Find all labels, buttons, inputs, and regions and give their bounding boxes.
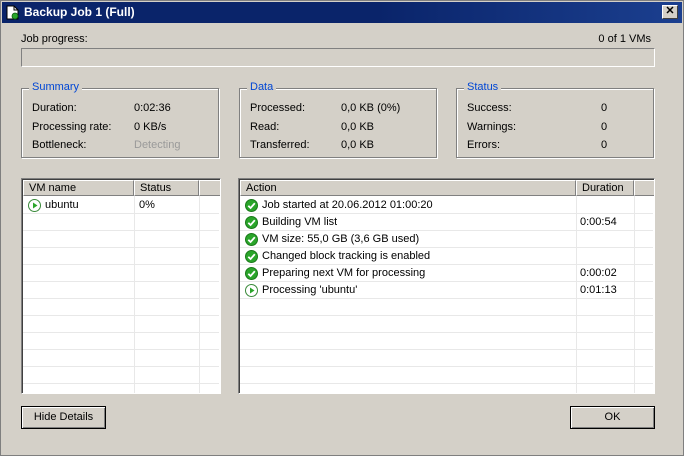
vm-status: 0% <box>139 199 155 211</box>
vm-row[interactable]: ubuntu 0% <box>23 197 219 214</box>
check-icon <box>245 233 258 246</box>
empty-row <box>23 367 219 384</box>
empty-row <box>23 316 219 333</box>
empty-row <box>23 248 219 265</box>
action-text: Job started at 20.06.2012 01:00:20 <box>262 199 433 211</box>
duration-value: 0:02:36 <box>134 102 171 114</box>
empty-column-header <box>634 180 654 196</box>
errors-label: Errors: <box>467 139 500 151</box>
action-row[interactable]: Building VM list 0:00:54 <box>240 214 653 231</box>
action-row[interactable]: VM size: 55,0 GB (3,6 GB used) <box>240 231 653 248</box>
title-bar[interactable]: Backup Job 1 (Full) ✕ <box>2 2 682 23</box>
empty-row <box>23 214 219 231</box>
empty-row <box>23 333 219 350</box>
ok-button[interactable]: OK <box>570 406 655 429</box>
status-column-header[interactable]: Status <box>134 180 199 196</box>
action-text: Building VM list <box>262 216 338 228</box>
bottleneck-value: Detecting <box>134 139 181 151</box>
action-duration: 0:00:54 <box>580 216 617 228</box>
success-value: 0 <box>601 102 608 114</box>
empty-row <box>23 265 219 282</box>
transferred-label: Transferred: <box>250 139 310 151</box>
errors-value: 0 <box>601 139 608 151</box>
action-row[interactable]: Job started at 20.06.2012 01:00:20 <box>240 197 653 214</box>
check-icon <box>245 267 258 280</box>
action-text: VM size: 55,0 GB (3,6 GB used) <box>262 233 420 245</box>
action-text: Preparing next VM for processing <box>262 267 426 279</box>
empty-row <box>23 282 219 299</box>
vm-list[interactable]: VM name Status ubuntu 0% <box>21 178 221 394</box>
empty-column-header <box>199 180 220 196</box>
action-list[interactable]: Action Duration Job started at 20.06.201… <box>238 178 655 394</box>
processed-value: 0,0 KB (0%) <box>341 102 401 114</box>
empty-row <box>240 316 653 333</box>
read-value: 0,0 KB <box>341 121 375 133</box>
play-icon <box>245 284 258 297</box>
action-text: Processing 'ubuntu' <box>262 284 358 296</box>
window-title: Backup Job 1 (Full) <box>24 5 135 19</box>
backup-job-dialog: Backup Job 1 (Full) ✕ Job progress: 0 of… <box>0 0 684 456</box>
processed-label: Processed: <box>250 102 306 114</box>
action-row[interactable]: Processing 'ubuntu' 0:01:13 <box>240 282 653 299</box>
action-text: Changed block tracking is enabled <box>262 250 431 262</box>
action-duration: 0:01:13 <box>580 284 617 296</box>
read-label: Read: <box>250 121 280 133</box>
empty-row <box>240 367 653 384</box>
check-icon <box>245 216 258 229</box>
duration-label: Duration: <box>32 102 77 114</box>
job-progress-label: Job progress: <box>21 33 88 45</box>
vm-name-column-header[interactable]: VM name <box>23 180 134 196</box>
vm-count-text: 0 of 1 VMs <box>598 33 651 45</box>
vm-name: ubuntu <box>45 199 79 211</box>
check-icon <box>245 199 258 212</box>
close-button[interactable]: ✕ <box>662 5 678 19</box>
action-row[interactable]: Preparing next VM for processing 0:00:02 <box>240 265 653 282</box>
transferred-value: 0,0 KB <box>341 139 375 151</box>
empty-row <box>23 231 219 248</box>
processing-rate-label: Processing rate: <box>32 121 112 133</box>
data-group: Data Processed: 0,0 KB (0%) Read: 0,0 KB… <box>239 81 437 158</box>
job-progress-bar <box>21 48 655 67</box>
empty-row <box>23 299 219 316</box>
empty-row <box>240 299 653 316</box>
processing-rate-value: 0 KB/s <box>134 121 167 133</box>
status-group: Status Success: 0 Warnings: 0 Errors: 0 <box>456 81 654 158</box>
summary-group: Summary Duration: 0:02:36 Processing rat… <box>21 81 219 158</box>
check-icon <box>245 250 258 263</box>
empty-row <box>23 350 219 367</box>
duration-column-header[interactable]: Duration <box>576 180 634 196</box>
action-duration: 0:00:02 <box>580 267 617 279</box>
empty-row <box>240 333 653 350</box>
warnings-value: 0 <box>601 121 608 133</box>
bottleneck-label: Bottleneck: <box>32 139 87 151</box>
summary-title: Summary <box>29 81 83 93</box>
status-title: Status <box>464 81 502 93</box>
hide-details-button[interactable]: Hide Details <box>21 406 106 429</box>
action-row[interactable]: Changed block tracking is enabled <box>240 248 653 265</box>
empty-row <box>240 350 653 367</box>
action-column-header[interactable]: Action <box>240 180 576 196</box>
warnings-label: Warnings: <box>467 121 517 133</box>
success-label: Success: <box>467 102 512 114</box>
data-title: Data <box>247 81 277 93</box>
play-icon <box>28 199 41 212</box>
document-icon <box>6 5 19 20</box>
